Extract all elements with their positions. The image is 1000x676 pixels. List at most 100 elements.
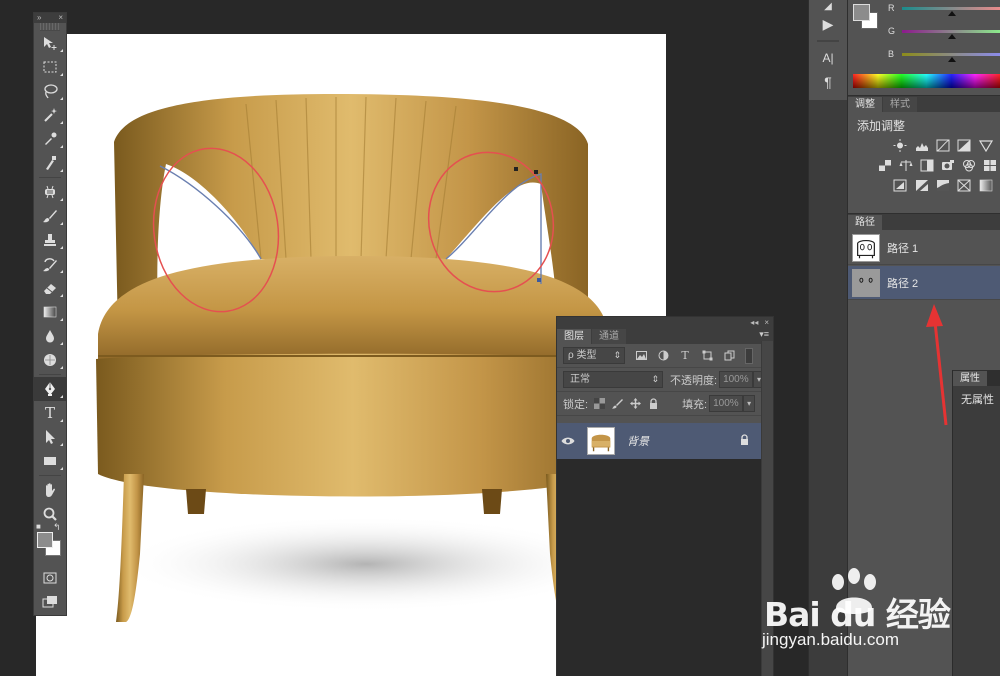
close-layers-panel-icon[interactable]: × bbox=[764, 318, 769, 327]
black-white-icon[interactable] bbox=[920, 158, 934, 172]
selective-color-icon[interactable] bbox=[957, 178, 971, 192]
opacity-input[interactable]: 100% bbox=[719, 371, 754, 388]
default-colors-icon[interactable]: ■ bbox=[36, 522, 41, 531]
tab-channels[interactable]: 通道 bbox=[592, 329, 626, 344]
hue-saturation-icon[interactable] bbox=[878, 158, 892, 172]
layers-scrollbar[interactable] bbox=[761, 341, 773, 676]
zoom-icon bbox=[43, 507, 57, 521]
panel-menu-icon[interactable]: ▾≡ bbox=[759, 329, 769, 340]
threshold-icon[interactable] bbox=[936, 178, 950, 192]
path-item-1[interactable]: 路径 1 bbox=[848, 231, 1000, 265]
character-panel-icon[interactable]: A| bbox=[809, 46, 847, 70]
history-brush-tool[interactable] bbox=[34, 252, 66, 276]
tab-paths[interactable]: 路径 bbox=[848, 215, 882, 230]
lasso-tool[interactable] bbox=[34, 79, 66, 103]
lasso-icon bbox=[44, 84, 58, 99]
green-slider-thumb[interactable] bbox=[948, 34, 956, 39]
ruler-tool[interactable] bbox=[34, 151, 66, 175]
fill-dropdown-icon[interactable]: ▾ bbox=[743, 395, 756, 412]
color-lookup-icon[interactable] bbox=[983, 158, 997, 172]
add-adjustment-title: 添加调整 bbox=[857, 119, 906, 133]
filter-toggle[interactable] bbox=[745, 347, 753, 364]
levels-icon[interactable] bbox=[914, 138, 928, 152]
paths-tabbar: 路径 bbox=[848, 214, 1000, 230]
eraser-icon bbox=[44, 284, 56, 294]
stamp-tool[interactable] bbox=[34, 228, 66, 252]
dodge-icon bbox=[44, 354, 56, 366]
layer-name[interactable]: 背景 bbox=[627, 433, 649, 449]
exposure-icon[interactable] bbox=[957, 138, 971, 152]
tab-layers[interactable]: 图层 bbox=[557, 329, 591, 344]
posterize-icon[interactable] bbox=[914, 178, 928, 192]
healing-brush-tool[interactable] bbox=[34, 180, 66, 204]
eraser-tool[interactable] bbox=[34, 276, 66, 300]
swap-colors-icon[interactable]: ↰ bbox=[53, 522, 61, 533]
adjustment-filter-icon[interactable] bbox=[657, 350, 669, 362]
lock-transparency-icon[interactable] bbox=[592, 397, 606, 411]
layer-row-background[interactable]: 背景 bbox=[557, 423, 762, 459]
shape-tool[interactable] bbox=[34, 449, 66, 473]
screen-mode-button[interactable] bbox=[34, 590, 66, 614]
expand-panel-icon[interactable]: » bbox=[37, 13, 41, 23]
blue-slider-thumb[interactable] bbox=[948, 57, 956, 62]
lock-position-icon[interactable] bbox=[628, 397, 642, 411]
vibrance-icon[interactable] bbox=[978, 138, 993, 152]
red-channel-slider[interactable]: R bbox=[888, 3, 1000, 17]
magic-wand-tool[interactable] bbox=[34, 103, 66, 127]
invert-icon[interactable] bbox=[893, 178, 907, 192]
path-item-2[interactable]: 路径 2 bbox=[848, 266, 1000, 300]
type-icon: T bbox=[44, 404, 55, 422]
type-tool[interactable]: T bbox=[34, 401, 66, 425]
brush-icon bbox=[43, 210, 57, 223]
move-icon bbox=[44, 37, 57, 50]
color-balance-icon[interactable] bbox=[899, 158, 913, 172]
red-slider-thumb[interactable] bbox=[948, 11, 956, 16]
fill-label: 填充: bbox=[682, 398, 708, 411]
foreground-color-swatch[interactable] bbox=[37, 532, 53, 548]
lock-image-icon[interactable] bbox=[610, 397, 624, 411]
color-panel-foreground[interactable] bbox=[853, 4, 870, 21]
stamp-icon bbox=[44, 234, 56, 246]
curves-icon[interactable] bbox=[936, 138, 950, 152]
type-filter-icon[interactable]: T bbox=[679, 349, 691, 362]
actions-play-icon[interactable]: ▶ bbox=[809, 12, 847, 36]
panel-grip[interactable] bbox=[40, 23, 60, 31]
pixel-filter-icon[interactable] bbox=[635, 350, 647, 362]
shape-filter-icon[interactable] bbox=[701, 350, 713, 362]
path-selection-tool[interactable] bbox=[34, 425, 66, 449]
green-channel-slider[interactable]: G bbox=[888, 26, 1000, 40]
lock-fill-bar: 锁定: 填充: 100% ▾ bbox=[557, 392, 773, 416]
close-panel-icon[interactable]: × bbox=[58, 13, 63, 23]
gradient-tool[interactable] bbox=[34, 300, 66, 324]
fill-input[interactable]: 100% bbox=[709, 395, 744, 412]
pen-tool[interactable] bbox=[34, 377, 66, 401]
color-spectrum-ramp[interactable] bbox=[853, 74, 1000, 88]
layer-kind-filter[interactable]: ρ 类型 bbox=[563, 347, 625, 364]
move-tool[interactable] bbox=[34, 31, 66, 55]
lock-all-icon[interactable] bbox=[646, 397, 660, 411]
brightness-icon[interactable] bbox=[893, 138, 907, 152]
paragraph-panel-icon[interactable]: ¶ bbox=[809, 70, 847, 94]
quick-mask-icon bbox=[43, 572, 57, 584]
collapse-panel-icon[interactable]: ◂◂ bbox=[750, 318, 758, 327]
photo-filter-icon[interactable] bbox=[941, 158, 955, 172]
eyedropper-tool[interactable] bbox=[34, 127, 66, 151]
quick-mask-button[interactable] bbox=[34, 566, 66, 590]
blue-channel-slider[interactable]: B bbox=[888, 49, 1000, 63]
gradient-map-icon[interactable] bbox=[979, 178, 993, 192]
smart-object-filter-icon[interactable] bbox=[723, 350, 735, 362]
drop-icon bbox=[46, 330, 54, 343]
tab-properties[interactable]: 属性 bbox=[953, 371, 987, 386]
channel-mixer-icon[interactable] bbox=[962, 158, 976, 172]
hand-tool[interactable] bbox=[34, 478, 66, 502]
tab-adjustments[interactable]: 调整 bbox=[848, 97, 882, 112]
blur-tool[interactable] bbox=[34, 324, 66, 348]
magic-wand-icon bbox=[44, 108, 57, 122]
tool-presets-icon[interactable]: ◢ bbox=[809, 0, 847, 12]
dodge-tool[interactable] bbox=[34, 348, 66, 372]
marquee-tool[interactable] bbox=[34, 55, 66, 79]
tab-styles[interactable]: 样式 bbox=[883, 97, 917, 112]
eye-icon[interactable] bbox=[557, 436, 579, 446]
blend-mode-select[interactable]: 正常 bbox=[563, 371, 663, 388]
brush-tool[interactable] bbox=[34, 204, 66, 228]
